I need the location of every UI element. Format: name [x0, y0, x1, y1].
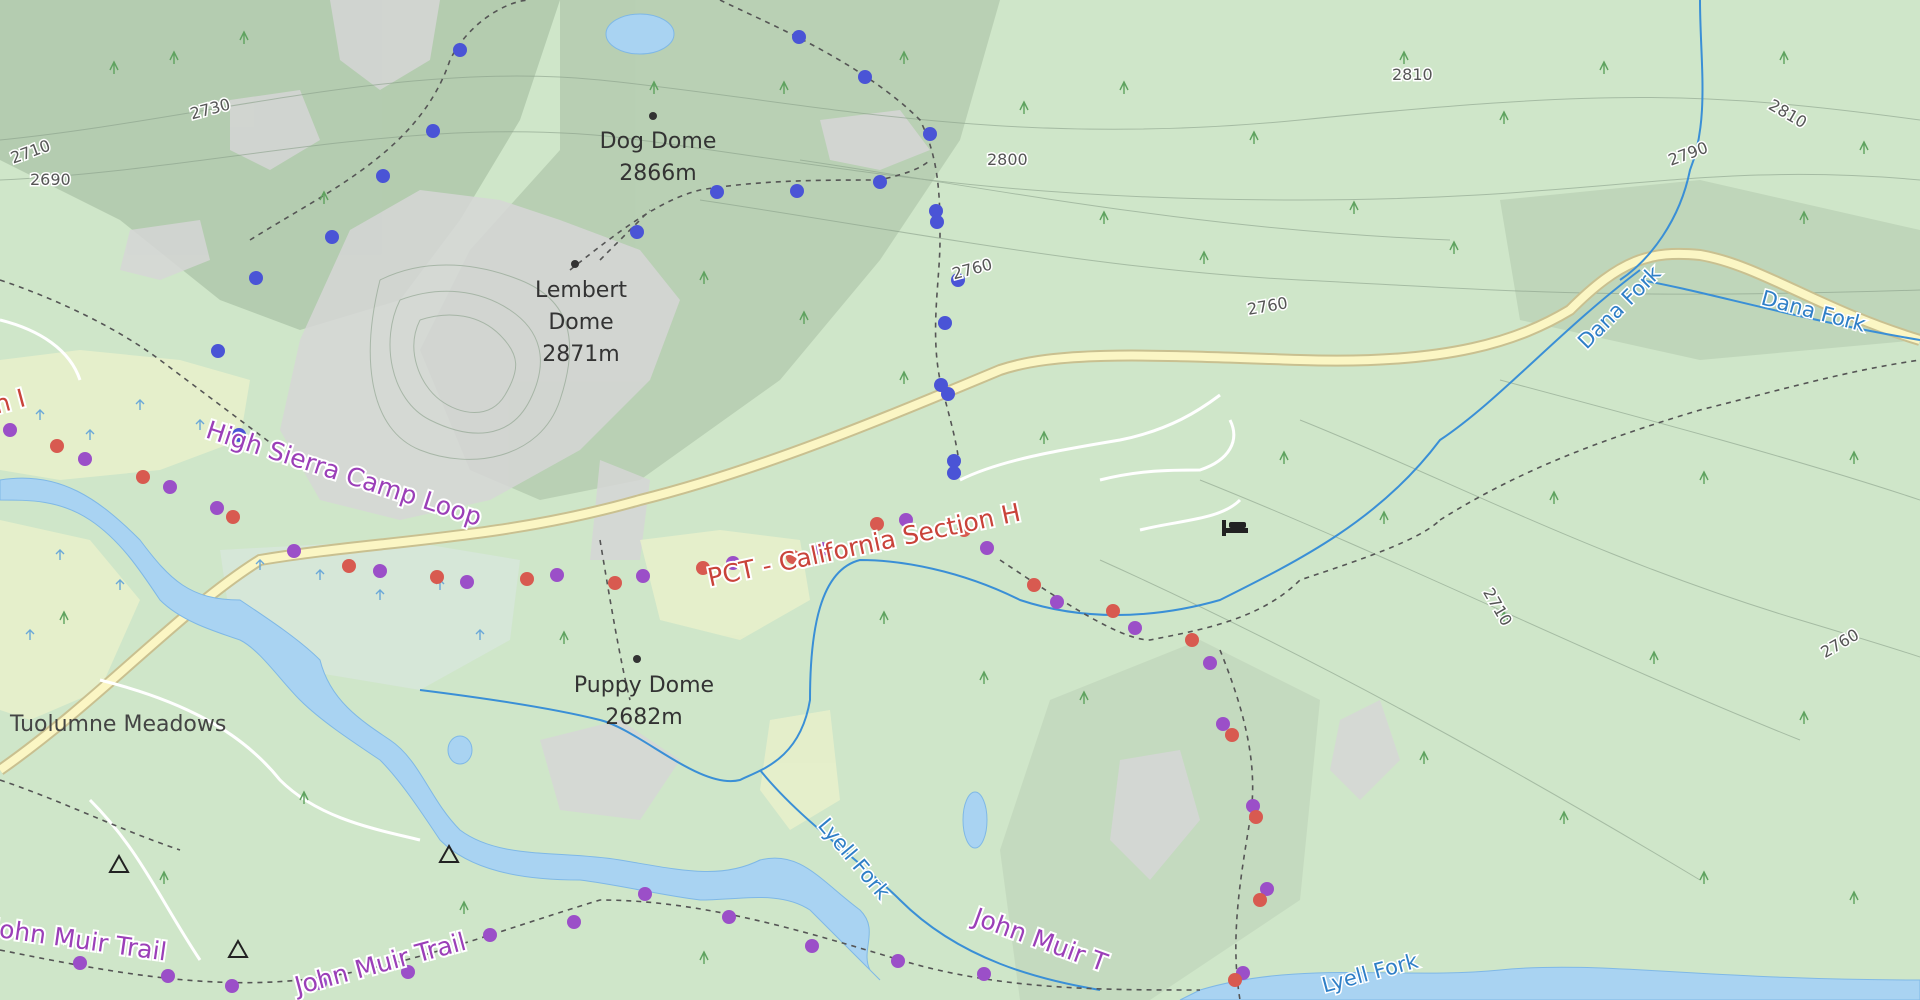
- map-view[interactable]: 2730 2710 2690 2810 2810 2790 2800 2760 …: [0, 0, 1920, 1000]
- lembert-dome-peak-marker: [571, 260, 579, 268]
- lembert-dome-elevation: 2871m: [542, 342, 619, 367]
- lembert-dome-name-line1: Lembert: [535, 278, 627, 303]
- contour-label-2800: 2800: [987, 150, 1028, 169]
- dog-dome-elevation: 2866m: [619, 161, 696, 186]
- puppy-dome-elevation: 2682m: [605, 705, 682, 730]
- puppy-dome-peak-marker: [633, 655, 641, 663]
- map-canvas[interactable]: 2730 2710 2690 2810 2810 2790 2800 2760 …: [0, 0, 1920, 1000]
- lembert-dome-name-line2: Dome: [548, 310, 613, 335]
- place-label-tuolumne-meadows: Tuolumne Meadows: [9, 712, 226, 737]
- puppy-dome-name: Puppy Dome: [574, 673, 714, 698]
- dog-dome-name: Dog Dome: [600, 129, 717, 154]
- contour-label-2810-a: 2810: [1392, 65, 1433, 84]
- contour-label-2690: 2690: [30, 170, 71, 189]
- dog-dome-peak-marker: [649, 112, 657, 120]
